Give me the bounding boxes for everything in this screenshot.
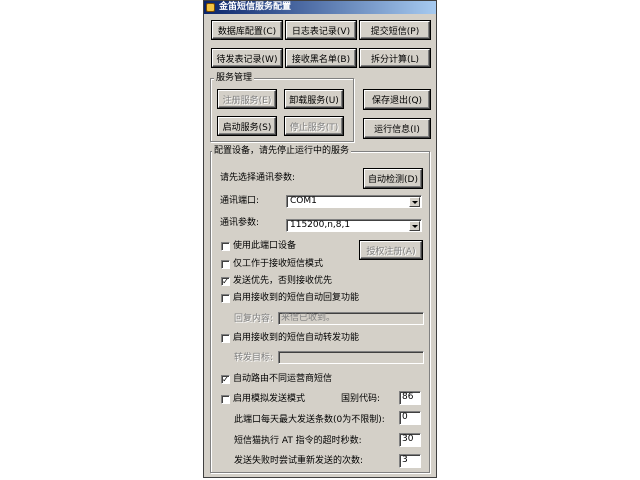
send-first-label: 发送优先，否则接收优先 bbox=[233, 276, 333, 286]
max-daily-label: 此端口每天最大发送条数(0为不限制): bbox=[234, 415, 385, 425]
use-port-checkbox[interactable] bbox=[221, 242, 230, 251]
max-daily-input[interactable]: 0 bbox=[399, 411, 421, 425]
log-records-button[interactable]: 日志表记录(V) bbox=[285, 20, 357, 40]
country-code-label: 国别代码: bbox=[341, 394, 381, 404]
port-value: COM1 bbox=[290, 196, 317, 206]
save-exit-button[interactable]: 保存退出(Q) bbox=[363, 89, 431, 110]
uninstall-service-button[interactable]: 卸载服务(U) bbox=[284, 89, 344, 109]
chevron-down-icon[interactable] bbox=[409, 221, 420, 231]
auto-forward-label: 启用接收到的短信自动转发功能 bbox=[233, 333, 360, 343]
params-select[interactable]: 115200,n,8,1 bbox=[286, 219, 422, 232]
retry-input[interactable]: 3 bbox=[399, 454, 421, 468]
config-group-label: 配置设备，请先停止运行中的服务 bbox=[212, 146, 352, 156]
port-select[interactable]: COM1 bbox=[286, 195, 422, 208]
blacklist-button[interactable]: 接收黑名单(B) bbox=[285, 48, 357, 68]
reply-content-label: 回复内容: bbox=[234, 314, 274, 324]
stop-service-button[interactable]: 停止服务(T) bbox=[284, 116, 344, 136]
port-label: 通讯端口: bbox=[220, 196, 260, 206]
auto-route-label: 自动路由不同运营商短信 bbox=[233, 374, 333, 384]
submit-sms-button[interactable]: 提交短信(P) bbox=[359, 20, 431, 40]
auto-forward-checkbox[interactable] bbox=[221, 334, 230, 343]
start-service-button[interactable]: 启动服务(S) bbox=[217, 116, 277, 136]
chevron-down-icon[interactable] bbox=[409, 197, 420, 207]
split-calc-button[interactable]: 拆分计算(L) bbox=[359, 48, 431, 68]
sms-config-window: 金笛短信服务配置 数据库配置(C) 日志表记录(V) 提交短信(P) 待发表记录… bbox=[203, 0, 437, 478]
simulate-send-checkbox[interactable] bbox=[221, 395, 230, 404]
window-title: 金笛短信服务配置 bbox=[219, 2, 292, 12]
params-label: 通讯参数: bbox=[220, 218, 260, 228]
run-info-button[interactable]: 运行信息(I) bbox=[363, 118, 431, 139]
select-params-prompt: 请先选择通讯参数: bbox=[220, 173, 296, 183]
reply-content-input[interactable]: 来信已收到。 bbox=[278, 312, 424, 325]
use-port-label: 使用此端口设备 bbox=[233, 241, 297, 251]
auto-reply-label: 启用接收到的短信自动回复功能 bbox=[233, 293, 360, 303]
pending-records-button[interactable]: 待发表记录(W) bbox=[211, 48, 283, 68]
receive-only-label: 仅工作于接收短信模式 bbox=[233, 259, 324, 269]
at-timeout-label: 短信猫执行 AT 指令的超时秒数: bbox=[234, 436, 362, 446]
service-group-label: 服务管理 bbox=[214, 73, 255, 83]
forward-target-input[interactable] bbox=[278, 351, 424, 364]
db-config-button[interactable]: 数据库配置(C) bbox=[211, 20, 283, 40]
params-value: 115200,n,8,1 bbox=[290, 220, 351, 230]
simulate-send-label: 启用模拟发送模式 bbox=[233, 394, 306, 404]
send-first-checkbox[interactable]: ✓ bbox=[221, 277, 230, 286]
at-timeout-input[interactable]: 30 bbox=[399, 433, 421, 447]
country-code-input[interactable]: 86 bbox=[399, 391, 421, 405]
retry-label: 发送失败时尝试重新发送的次数: bbox=[234, 456, 364, 466]
register-service-button[interactable]: 注册服务(E) bbox=[217, 89, 277, 109]
app-icon bbox=[206, 3, 215, 12]
auto-detect-button[interactable]: 自动检测(D) bbox=[363, 168, 423, 189]
authorize-button[interactable]: 授权注册(A) bbox=[359, 240, 423, 260]
title-bar[interactable]: 金笛短信服务配置 bbox=[204, 1, 436, 14]
forward-target-label: 转发目标: bbox=[234, 353, 274, 363]
receive-only-checkbox[interactable] bbox=[221, 260, 230, 269]
auto-reply-checkbox[interactable] bbox=[221, 294, 230, 303]
auto-route-checkbox[interactable]: ✓ bbox=[221, 375, 230, 384]
